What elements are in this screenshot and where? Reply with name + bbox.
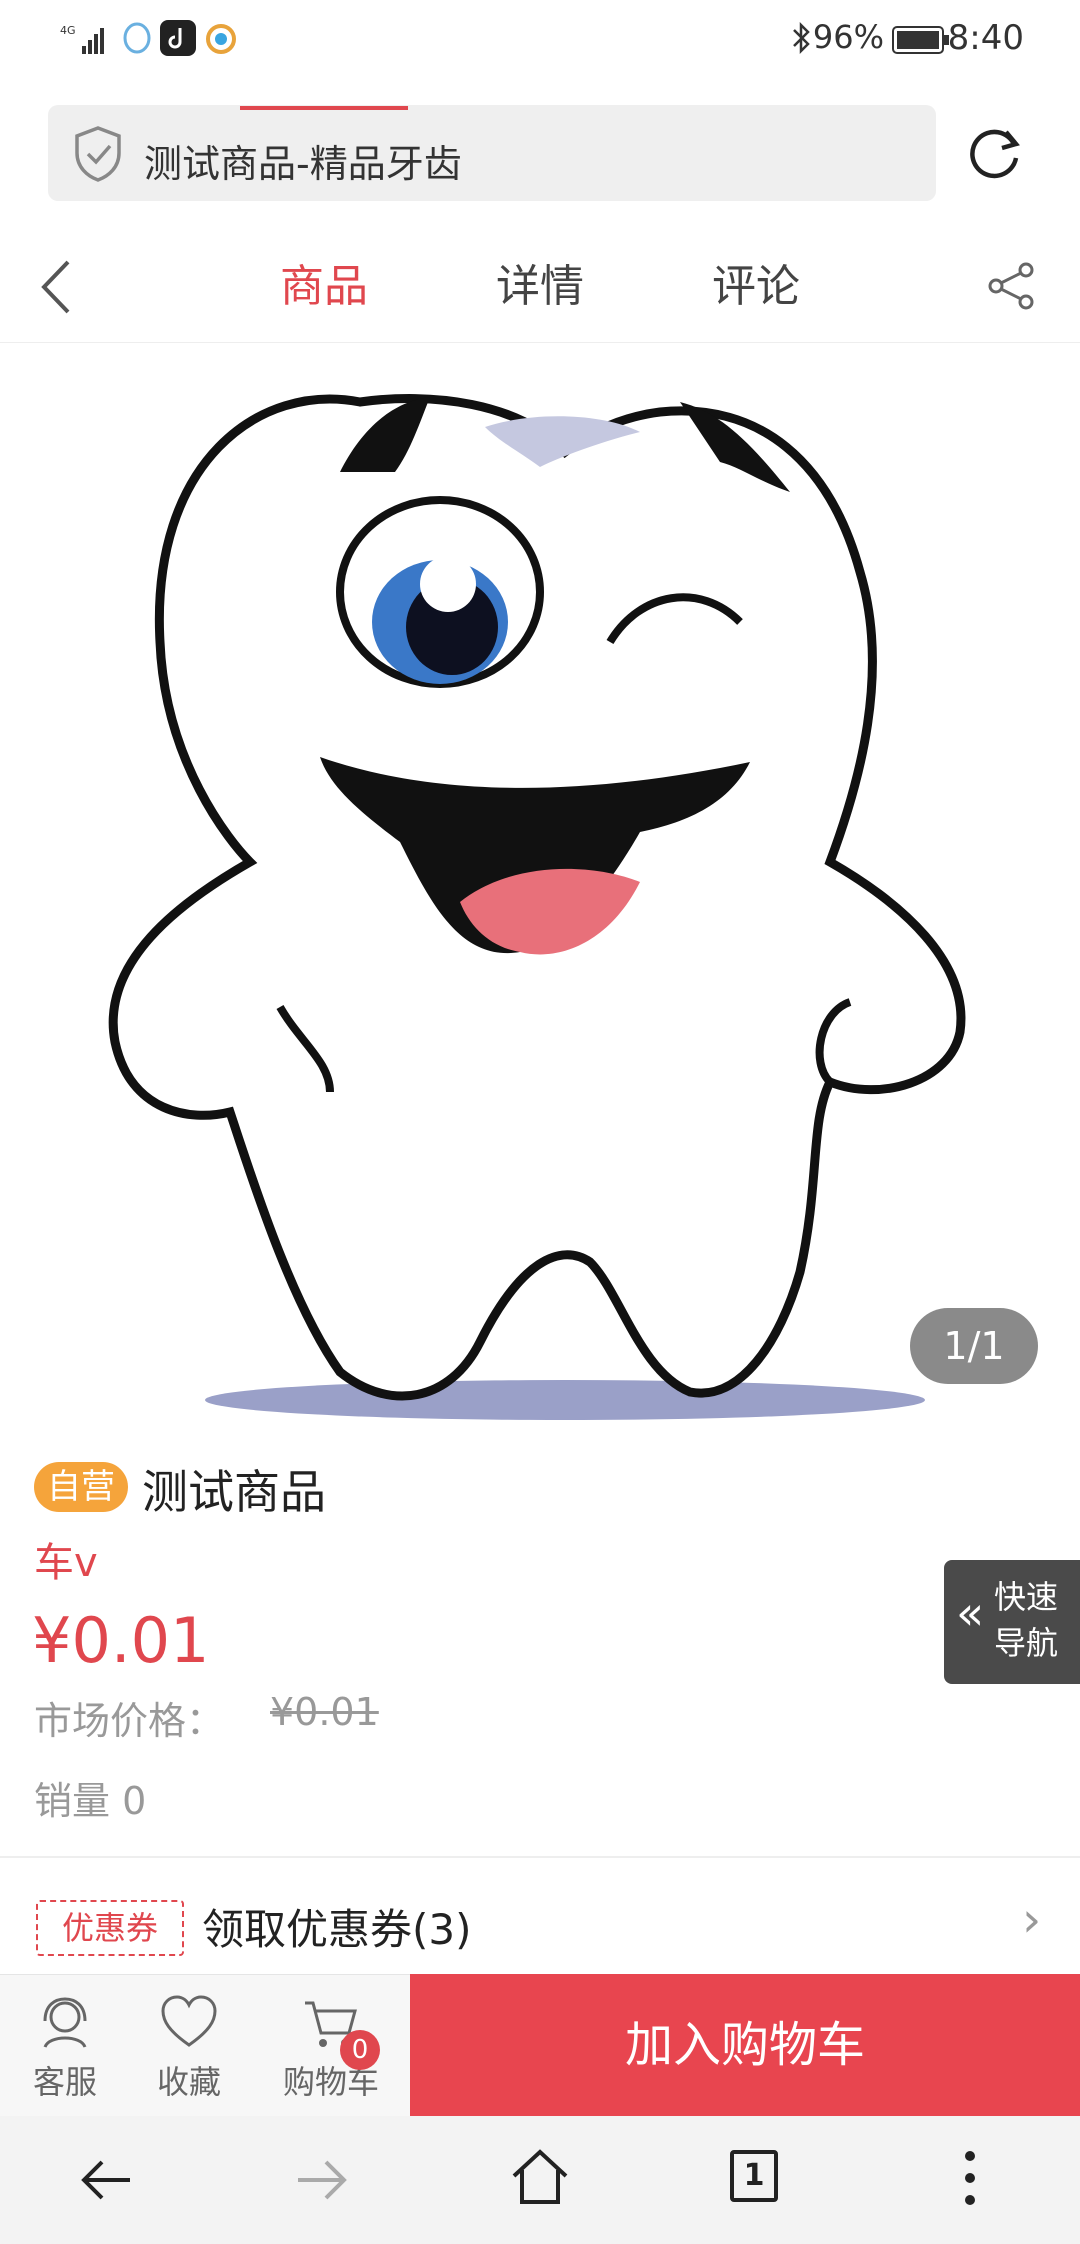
svg-text:4G: 4G — [60, 24, 76, 37]
quick-nav-line1: 快速 — [994, 1578, 1059, 1616]
battery-icon — [892, 26, 950, 58]
quick-nav-line2: 导航 — [994, 1624, 1059, 1662]
coupon-text: 领取优惠券(3) — [202, 1905, 472, 1954]
market-price: ¥0.01 — [270, 1690, 379, 1734]
more-vert-icon[interactable] — [960, 2148, 980, 2212]
market-price-label: 市场价格： — [34, 1699, 225, 1743]
product-nav-bar: 商品 详情 评论 — [0, 230, 1080, 343]
customer-service-button[interactable]: 客服 — [0, 1975, 130, 2117]
favorite-button[interactable]: 收藏 — [124, 1975, 254, 2117]
back-arrow-icon[interactable] — [76, 2150, 136, 2214]
home-icon[interactable] — [508, 2146, 572, 2214]
signal-icon: 4G — [60, 22, 110, 60]
sales-count: 销量 0 — [34, 1779, 147, 1823]
tabs-button[interactable]: 1 — [730, 2150, 778, 2202]
coupon-tag: 优惠券 — [36, 1900, 184, 1956]
forward-arrow-icon[interactable] — [292, 2150, 352, 2214]
page-title: 测试商品-精品牙齿 — [144, 142, 462, 186]
status-bar: 4G 96% 8:40 — [0, 0, 1080, 80]
active-tab-indicator — [240, 106, 408, 110]
reload-icon[interactable] — [962, 120, 1028, 190]
favorite-label: 收藏 — [156, 2063, 221, 2101]
address-bar[interactable]: 测试商品-精品牙齿 — [48, 105, 936, 201]
image-counter: 1/1 — [910, 1308, 1038, 1384]
battery-percent: 96% — [812, 18, 884, 56]
product-name: 测试商品 — [142, 1465, 326, 1519]
cart-count-badge: 0 — [340, 2030, 380, 2070]
qq-icon — [118, 20, 156, 62]
tab-product[interactable]: 商品 — [280, 250, 368, 314]
product-image[interactable] — [0, 342, 1080, 1430]
browser-nav-bar: 1 — [0, 2116, 1080, 2244]
self-operated-badge: 自营 — [34, 1462, 128, 1512]
back-icon[interactable] — [36, 258, 76, 320]
heart-icon — [159, 1993, 219, 2053]
tab-details[interactable]: 详情 — [496, 250, 584, 314]
bluetooth-icon — [790, 18, 814, 62]
tab-reviews[interactable]: 评论 — [712, 250, 800, 314]
share-icon[interactable] — [984, 258, 1040, 318]
double-chevron-left-icon: « — [956, 1586, 985, 1640]
add-to-cart-button[interactable]: 加入购物车 — [410, 1974, 1080, 2116]
tiktok-icon — [160, 20, 196, 60]
product-subtitle: 车v — [34, 1540, 98, 1586]
headset-icon — [35, 1993, 95, 2053]
quick-nav-button[interactable]: « 快速 导航 — [944, 1560, 1080, 1684]
cart-count: 0 — [340, 2030, 380, 2070]
chevron-right-icon: › — [1022, 1892, 1042, 1948]
app-icon — [204, 22, 238, 60]
clock: 8:40 — [947, 18, 1024, 58]
product-price: ¥0.01 — [32, 1604, 210, 1677]
shield-icon — [72, 125, 124, 187]
customer-service-label: 客服 — [32, 2063, 97, 2101]
